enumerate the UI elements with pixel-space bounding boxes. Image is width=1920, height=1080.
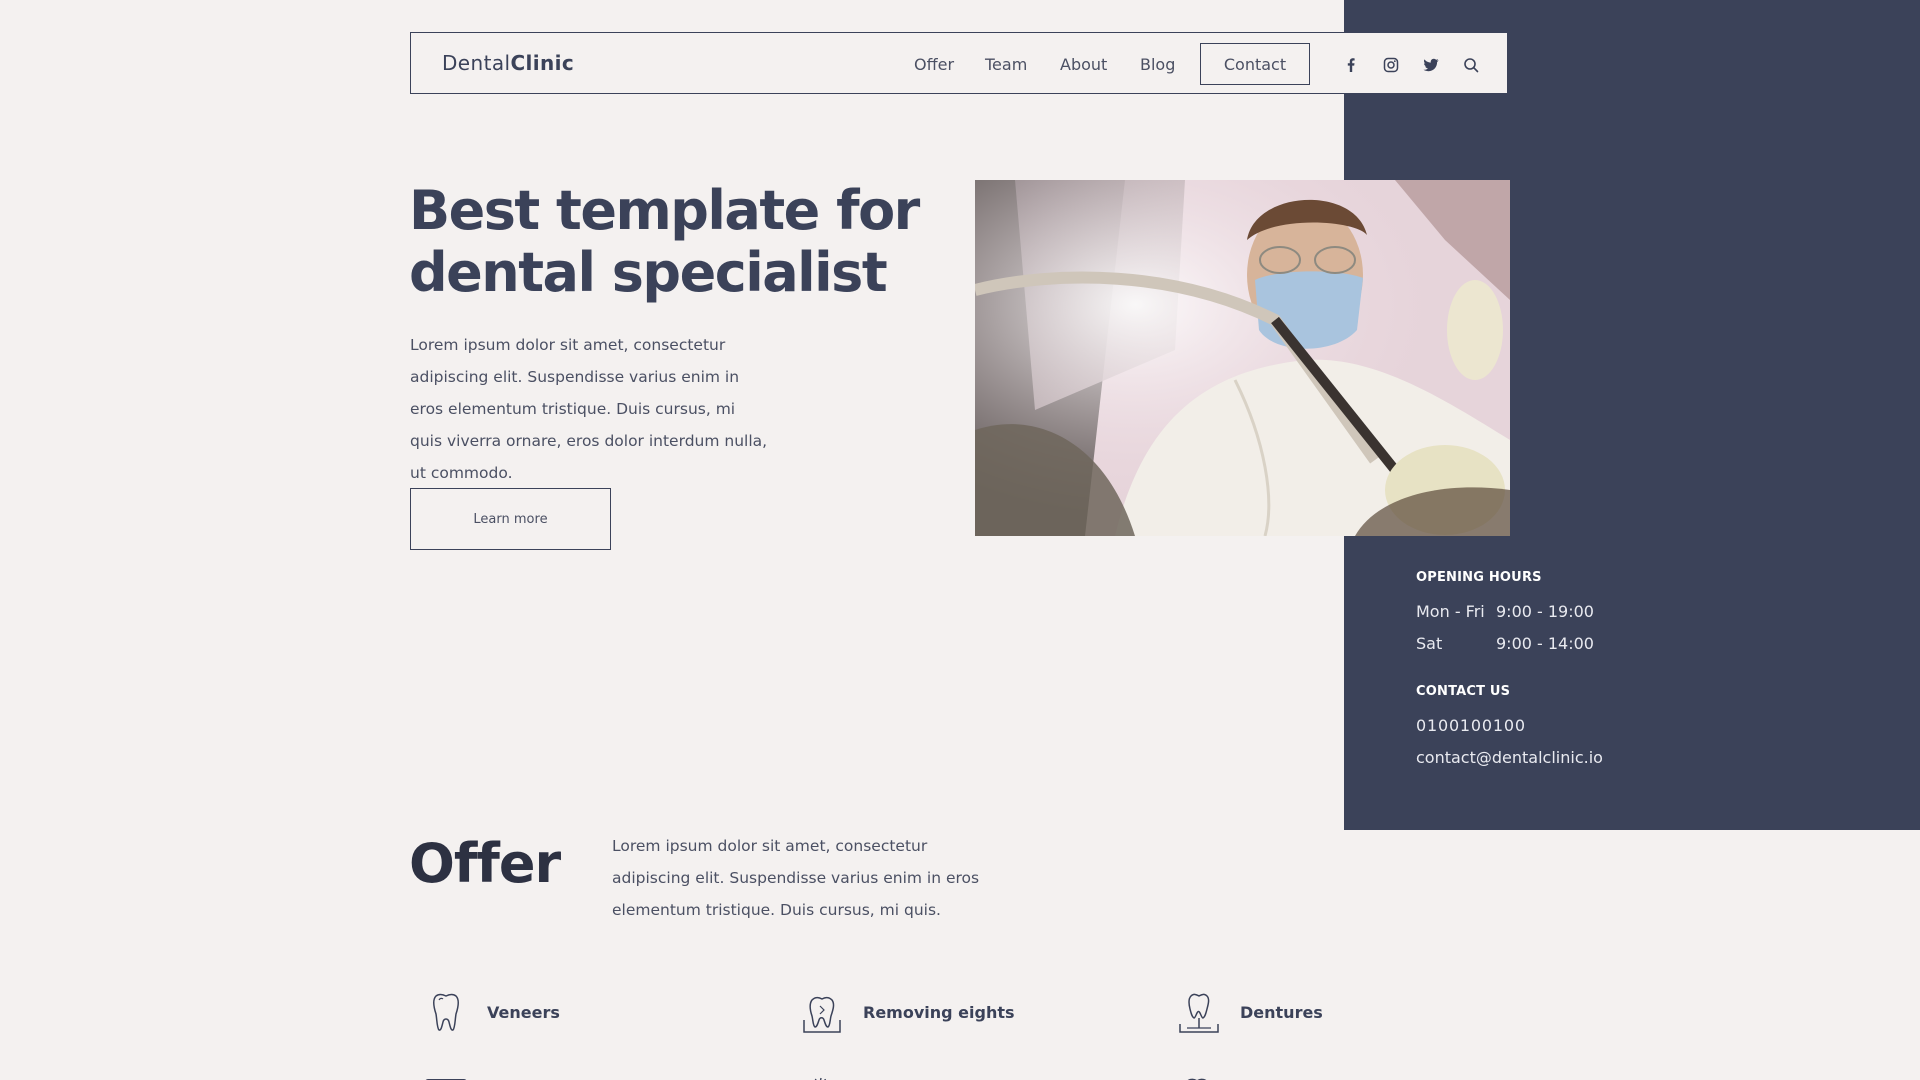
logo-prefix: Dental — [442, 51, 511, 75]
logo[interactable]: DentalClinic — [442, 51, 574, 75]
contact-email[interactable]: contact@dentalclinic.io — [1416, 748, 1603, 767]
contact-section: CONTACT US — [1416, 684, 1510, 699]
instagram-icon[interactable] — [1383, 57, 1399, 73]
hours-day-sat: Sat — [1416, 634, 1443, 653]
hero-title-line1: Best template for — [409, 179, 920, 242]
contact-button[interactable]: Contact — [1200, 43, 1310, 85]
service-label: Veneers — [487, 1002, 560, 1022]
twitter-icon[interactable] — [1423, 57, 1439, 73]
contact-heading: CONTACT US — [1416, 684, 1511, 699]
denture-icon — [1177, 990, 1221, 1034]
service-icon-partial — [424, 1070, 468, 1080]
hours-time-sat: 9:00 - 14:00 — [1496, 634, 1594, 653]
nav-offer[interactable]: Offer — [914, 55, 954, 74]
facebook-icon[interactable] — [1343, 57, 1359, 73]
search-icon[interactable] — [1463, 57, 1479, 73]
nav-about[interactable]: About — [1060, 55, 1107, 74]
learn-more-button[interactable]: Learn more — [410, 488, 611, 550]
service-label: Dentures — [1240, 1002, 1323, 1022]
nav-team[interactable]: Team — [985, 55, 1027, 74]
opening-hours-section: OPENING HOURS — [1416, 570, 1542, 585]
top-navbar: DentalClinic Offer Team About Blog Conta… — [410, 32, 1508, 94]
tooth-removal-icon — [800, 990, 844, 1034]
service-removing-eights[interactable]: Removing eights — [800, 990, 1015, 1034]
service-veneers[interactable]: Veneers — [424, 990, 560, 1034]
hero-description: Lorem ipsum dolor sit amet, consectetur … — [410, 336, 768, 482]
service-dentures[interactable]: Dentures — [1177, 990, 1323, 1034]
opening-hours-heading: OPENING HOURS — [1416, 570, 1542, 585]
dentist-photo — [975, 180, 1510, 536]
service-icon-partial — [1177, 1070, 1221, 1080]
offer-title: Offer — [409, 832, 561, 895]
nav-blog[interactable]: Blog — [1140, 55, 1175, 74]
contact-phone[interactable]: 0100100100 — [1416, 716, 1526, 735]
offer-description: Lorem ipsum dolor sit amet, consectetur … — [612, 837, 980, 919]
hours-day-weekdays: Mon - Fri — [1416, 602, 1485, 621]
hours-time-weekdays: 9:00 - 19:00 — [1496, 602, 1594, 621]
tooth-icon — [424, 990, 468, 1034]
service-icon-partial — [800, 1070, 844, 1080]
service-label: Removing eights — [863, 1002, 1015, 1022]
hero-title-line2: dental specialist — [409, 241, 888, 304]
logo-suffix: Clinic — [510, 51, 575, 75]
hero-title: Best template for dental specialist — [409, 180, 1009, 304]
